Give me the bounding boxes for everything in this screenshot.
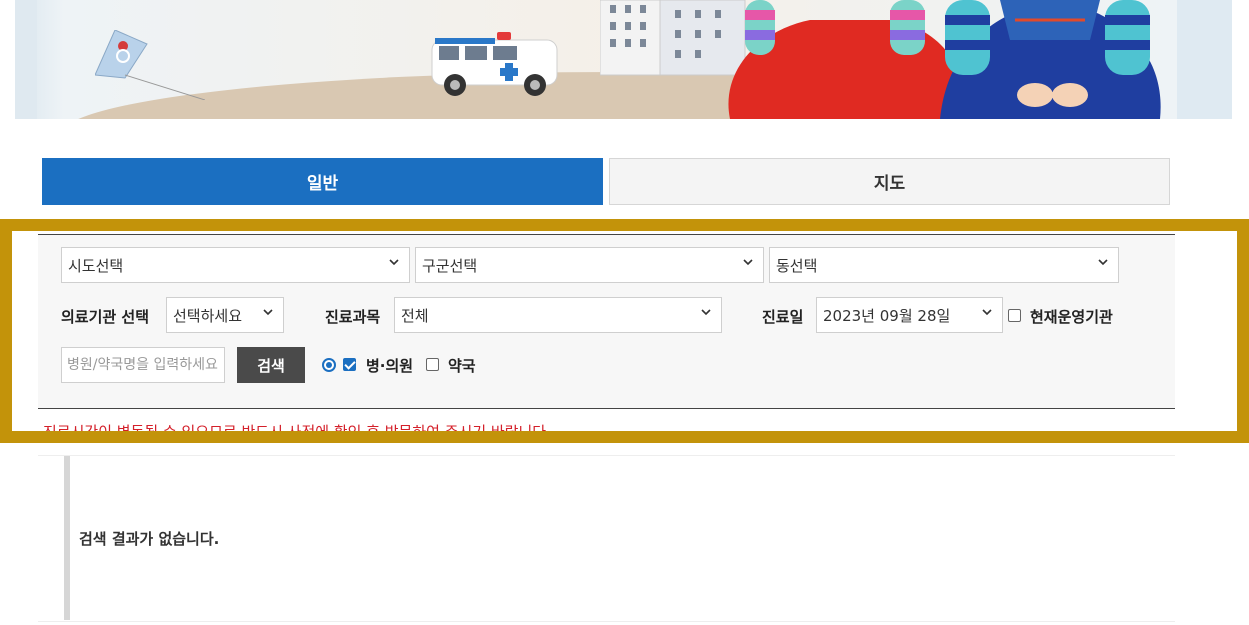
- chevron-down-icon: [1098, 259, 1108, 266]
- date-label: 진료일: [762, 308, 804, 326]
- view-tabs: 일반 지도: [42, 158, 1171, 206]
- search-button[interactable]: 검색: [237, 347, 305, 383]
- chevron-down-icon: [263, 309, 273, 316]
- date-select[interactable]: 2023년 09월 28일: [816, 297, 1003, 333]
- department-select-value: 전체: [401, 306, 429, 325]
- tab-map[interactable]: 지도: [609, 158, 1170, 205]
- hero-banner: [15, 0, 1232, 119]
- chevron-down-icon: [389, 259, 399, 266]
- department-label: 진료과목: [325, 308, 381, 326]
- results-panel: 검색 결과가 없습니다.: [38, 455, 1175, 622]
- institution-select-value: 선택하세요: [173, 306, 243, 325]
- empty-results-message: 검색 결과가 없습니다.: [79, 530, 220, 548]
- chevron-down-icon: [982, 309, 992, 316]
- chevron-down-icon: [743, 259, 753, 266]
- department-select[interactable]: 전체: [394, 297, 722, 333]
- operating-label: 현재운영기관: [1030, 308, 1113, 326]
- chevron-down-icon: [701, 309, 711, 316]
- tab-general[interactable]: 일반: [42, 158, 603, 205]
- name-search-input[interactable]: [61, 347, 225, 383]
- visit-notice: 진료시간이 변동될 수 있으므로 반드시 사전에 확인 후 방문하여 주시기 바…: [43, 423, 551, 441]
- kite-icon: [95, 30, 205, 100]
- operating-checkbox[interactable]: [1008, 309, 1021, 322]
- hospital-checkbox[interactable]: [343, 358, 356, 371]
- ambulance-icon: [431, 32, 558, 96]
- pharmacy-label: 약국: [448, 357, 476, 375]
- results-divider: [64, 456, 70, 620]
- gugun-select[interactable]: 구군선택: [415, 247, 764, 283]
- type-radio[interactable]: [322, 358, 336, 372]
- dong-select-value: 동선택: [776, 256, 818, 275]
- person-blue-icon: [940, 0, 1161, 119]
- dong-select[interactable]: 동선택: [769, 247, 1119, 283]
- date-select-value: 2023년 09월 28일: [823, 306, 951, 325]
- hospital-label: 병·의원: [366, 357, 414, 375]
- gugun-select-value: 구군선택: [422, 256, 478, 275]
- institution-label: 의료기관 선택: [61, 308, 150, 326]
- sido-select-value: 시도선택: [68, 256, 124, 275]
- institution-select[interactable]: 선택하세요: [166, 297, 284, 333]
- sido-select[interactable]: 시도선택: [61, 247, 410, 283]
- pharmacy-checkbox[interactable]: [426, 358, 439, 371]
